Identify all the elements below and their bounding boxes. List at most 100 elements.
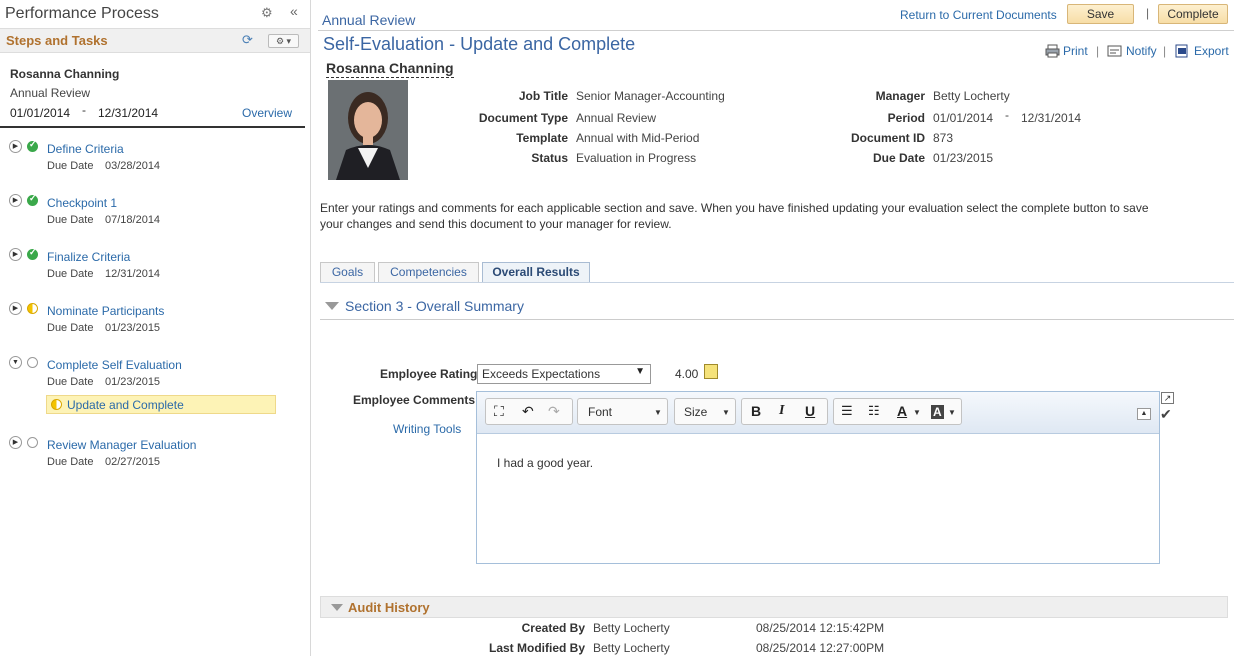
collapse-section-icon[interactable] bbox=[331, 604, 343, 611]
divider bbox=[318, 30, 1234, 31]
complete-status-icon bbox=[27, 247, 38, 260]
expand-icon[interactable]: ▶ bbox=[9, 248, 22, 261]
steps-options-menu[interactable]: ⚙ ▾ bbox=[268, 34, 299, 48]
divider bbox=[320, 319, 1234, 320]
rating-score: 4.00 bbox=[675, 367, 699, 381]
step-define-criteria: ▶ Define Criteria Due Date 03/28/2014 bbox=[0, 139, 310, 180]
due-date-value: 01/23/2015 bbox=[933, 151, 994, 165]
due-date-label: Due Date bbox=[47, 160, 94, 172]
bullet-list-icon[interactable]: ☷ bbox=[868, 403, 880, 419]
step-link[interactable]: Finalize Criteria bbox=[47, 250, 130, 264]
underline-icon[interactable]: U bbox=[805, 403, 815, 419]
complete-button[interactable]: Complete bbox=[1158, 4, 1228, 24]
expand-icon[interactable]: ▶ bbox=[9, 436, 22, 449]
bold-icon[interactable]: B bbox=[751, 403, 761, 419]
step-link[interactable]: Checkpoint 1 bbox=[47, 196, 117, 210]
employee-name-header[interactable]: Rosanna Channing bbox=[326, 60, 454, 78]
period-dash: - bbox=[1005, 108, 1009, 122]
toolbar-collapse-icon[interactable]: ▲ bbox=[1137, 408, 1151, 420]
due-date-label: Due Date bbox=[47, 456, 94, 468]
audit-history-header[interactable]: Audit History bbox=[320, 596, 1228, 618]
page-title: Self-Evaluation - Update and Complete bbox=[323, 34, 636, 54]
writing-tools-link[interactable]: Writing Tools bbox=[393, 422, 461, 436]
subtask-label[interactable]: Update and Complete bbox=[67, 398, 184, 412]
spellcheck-icon[interactable]: ✔ bbox=[1160, 406, 1172, 423]
collapse-section-icon[interactable] bbox=[325, 302, 339, 310]
print-icon[interactable] bbox=[1045, 44, 1060, 58]
complete-status-icon bbox=[27, 193, 38, 206]
tab-overall-results[interactable]: Overall Results bbox=[482, 262, 590, 283]
overview-link[interactable]: Overview bbox=[242, 106, 292, 120]
last-modified-at-value: 08/25/2014 12:27:00PM bbox=[756, 641, 885, 655]
export-icon[interactable] bbox=[1175, 44, 1190, 58]
toolbar-group-history: ⛶ ↶ ↷ bbox=[485, 398, 573, 425]
due-date-value: 01/23/2015 bbox=[105, 376, 161, 388]
dropdown-arrow-icon: ▼ bbox=[948, 408, 956, 417]
due-date-label: Due Date bbox=[47, 214, 94, 226]
tab-goals[interactable]: Goals bbox=[320, 262, 375, 283]
size-dropdown[interactable]: Size ▼ bbox=[674, 398, 736, 425]
divider bbox=[0, 126, 305, 128]
maximize-icon[interactable]: ⛶ bbox=[494, 403, 504, 420]
text-color-icon[interactable]: A bbox=[897, 403, 907, 419]
last-modified-by-label: Last Modified By bbox=[488, 641, 585, 655]
in-progress-status-icon bbox=[51, 399, 62, 410]
step-link[interactable]: Define Criteria bbox=[47, 142, 124, 156]
due-date-value: 02/27/2015 bbox=[105, 456, 161, 468]
rich-text-editor[interactable]: ⛶ ↶ ↷ Font ▼ Size ▼ B I U ☰ ☷ A ▼ A ▼ ▲ … bbox=[476, 391, 1160, 564]
numbered-list-icon[interactable]: ☰ bbox=[841, 403, 853, 419]
refresh-icon[interactable]: ⟳ bbox=[242, 32, 253, 48]
person-portrait-icon bbox=[328, 80, 408, 180]
expand-icon[interactable]: ▶ bbox=[9, 302, 22, 315]
document-id-label: Document ID bbox=[850, 131, 925, 145]
step-link[interactable]: Review Manager Evaluation bbox=[47, 438, 196, 452]
audit-history-title: Audit History bbox=[348, 600, 430, 615]
dropdown-arrow-icon: ▼ bbox=[913, 408, 921, 417]
panel-title: Performance Process bbox=[5, 5, 159, 22]
step-checkpoint-1: ▶ Checkpoint 1 Due Date 07/18/2014 bbox=[0, 193, 310, 234]
step-finalize-criteria: ▶ Finalize Criteria Due Date 12/31/2014 bbox=[0, 247, 310, 288]
expand-editor-icon[interactable]: ↗ bbox=[1161, 392, 1174, 404]
background-color-icon[interactable]: A bbox=[931, 405, 944, 419]
created-by-value: Betty Locherty bbox=[593, 621, 670, 635]
expand-icon[interactable]: ▶ bbox=[9, 194, 22, 207]
editor-toolbar: ⛶ ↶ ↷ Font ▼ Size ▼ B I U ☰ ☷ A ▼ A ▼ ▲ bbox=[477, 392, 1159, 434]
return-to-documents-link[interactable]: Return to Current Documents bbox=[900, 8, 1057, 22]
due-date-label: Due Date bbox=[47, 268, 94, 280]
steps-header-bar: Steps and Tasks ⟳ ⚙ ▾ bbox=[0, 28, 310, 53]
separator: | bbox=[1096, 44, 1100, 58]
expand-icon[interactable]: ▶ bbox=[9, 140, 22, 153]
export-link[interactable]: Export bbox=[1194, 44, 1229, 58]
notify-icon[interactable] bbox=[1107, 44, 1122, 58]
tab-competencies[interactable]: Competencies bbox=[378, 262, 479, 283]
collapse-step-icon[interactable]: ▼ bbox=[9, 356, 22, 369]
subtask-update-and-complete[interactable]: Update and Complete bbox=[46, 395, 276, 414]
dropdown-arrow-icon: ▼ bbox=[722, 408, 730, 417]
step-link[interactable]: Nominate Participants bbox=[47, 304, 164, 318]
rating-details-icon[interactable] bbox=[704, 364, 718, 379]
period-start-value: 01/01/2014 bbox=[933, 111, 994, 125]
notify-link[interactable]: Notify bbox=[1126, 44, 1157, 58]
redo-icon[interactable]: ↷ bbox=[548, 403, 560, 420]
save-button[interactable]: Save bbox=[1067, 4, 1134, 24]
document-type-label: Document Type bbox=[478, 111, 568, 125]
left-panel: Performance Process ⚙ « Steps and Tasks … bbox=[0, 0, 311, 656]
italic-icon[interactable]: I bbox=[779, 403, 784, 419]
due-date-label: Due Date bbox=[47, 376, 94, 388]
font-dropdown-label: Font bbox=[588, 405, 613, 419]
period-dash: - bbox=[82, 103, 86, 117]
step-link[interactable]: Complete Self Evaluation bbox=[47, 358, 182, 372]
gear-icon[interactable]: ⚙ bbox=[261, 5, 275, 20]
period-start: 01/01/2014 bbox=[10, 106, 71, 120]
not-started-status-icon bbox=[27, 437, 38, 448]
print-link[interactable]: Print bbox=[1063, 44, 1088, 58]
editor-content[interactable]: I had a good year. bbox=[497, 456, 593, 470]
section-title[interactable]: Section 3 - Overall Summary bbox=[345, 298, 524, 314]
employee-rating-select[interactable]: Exceeds Expectations ▼ bbox=[477, 364, 651, 384]
separator: | bbox=[1163, 44, 1167, 58]
undo-icon[interactable]: ↶ bbox=[522, 403, 534, 420]
document-type-title: Annual Review bbox=[322, 12, 416, 28]
font-dropdown[interactable]: Font ▼ bbox=[577, 398, 668, 425]
manager-label: Manager bbox=[875, 89, 925, 103]
collapse-icon[interactable]: « bbox=[290, 3, 298, 19]
